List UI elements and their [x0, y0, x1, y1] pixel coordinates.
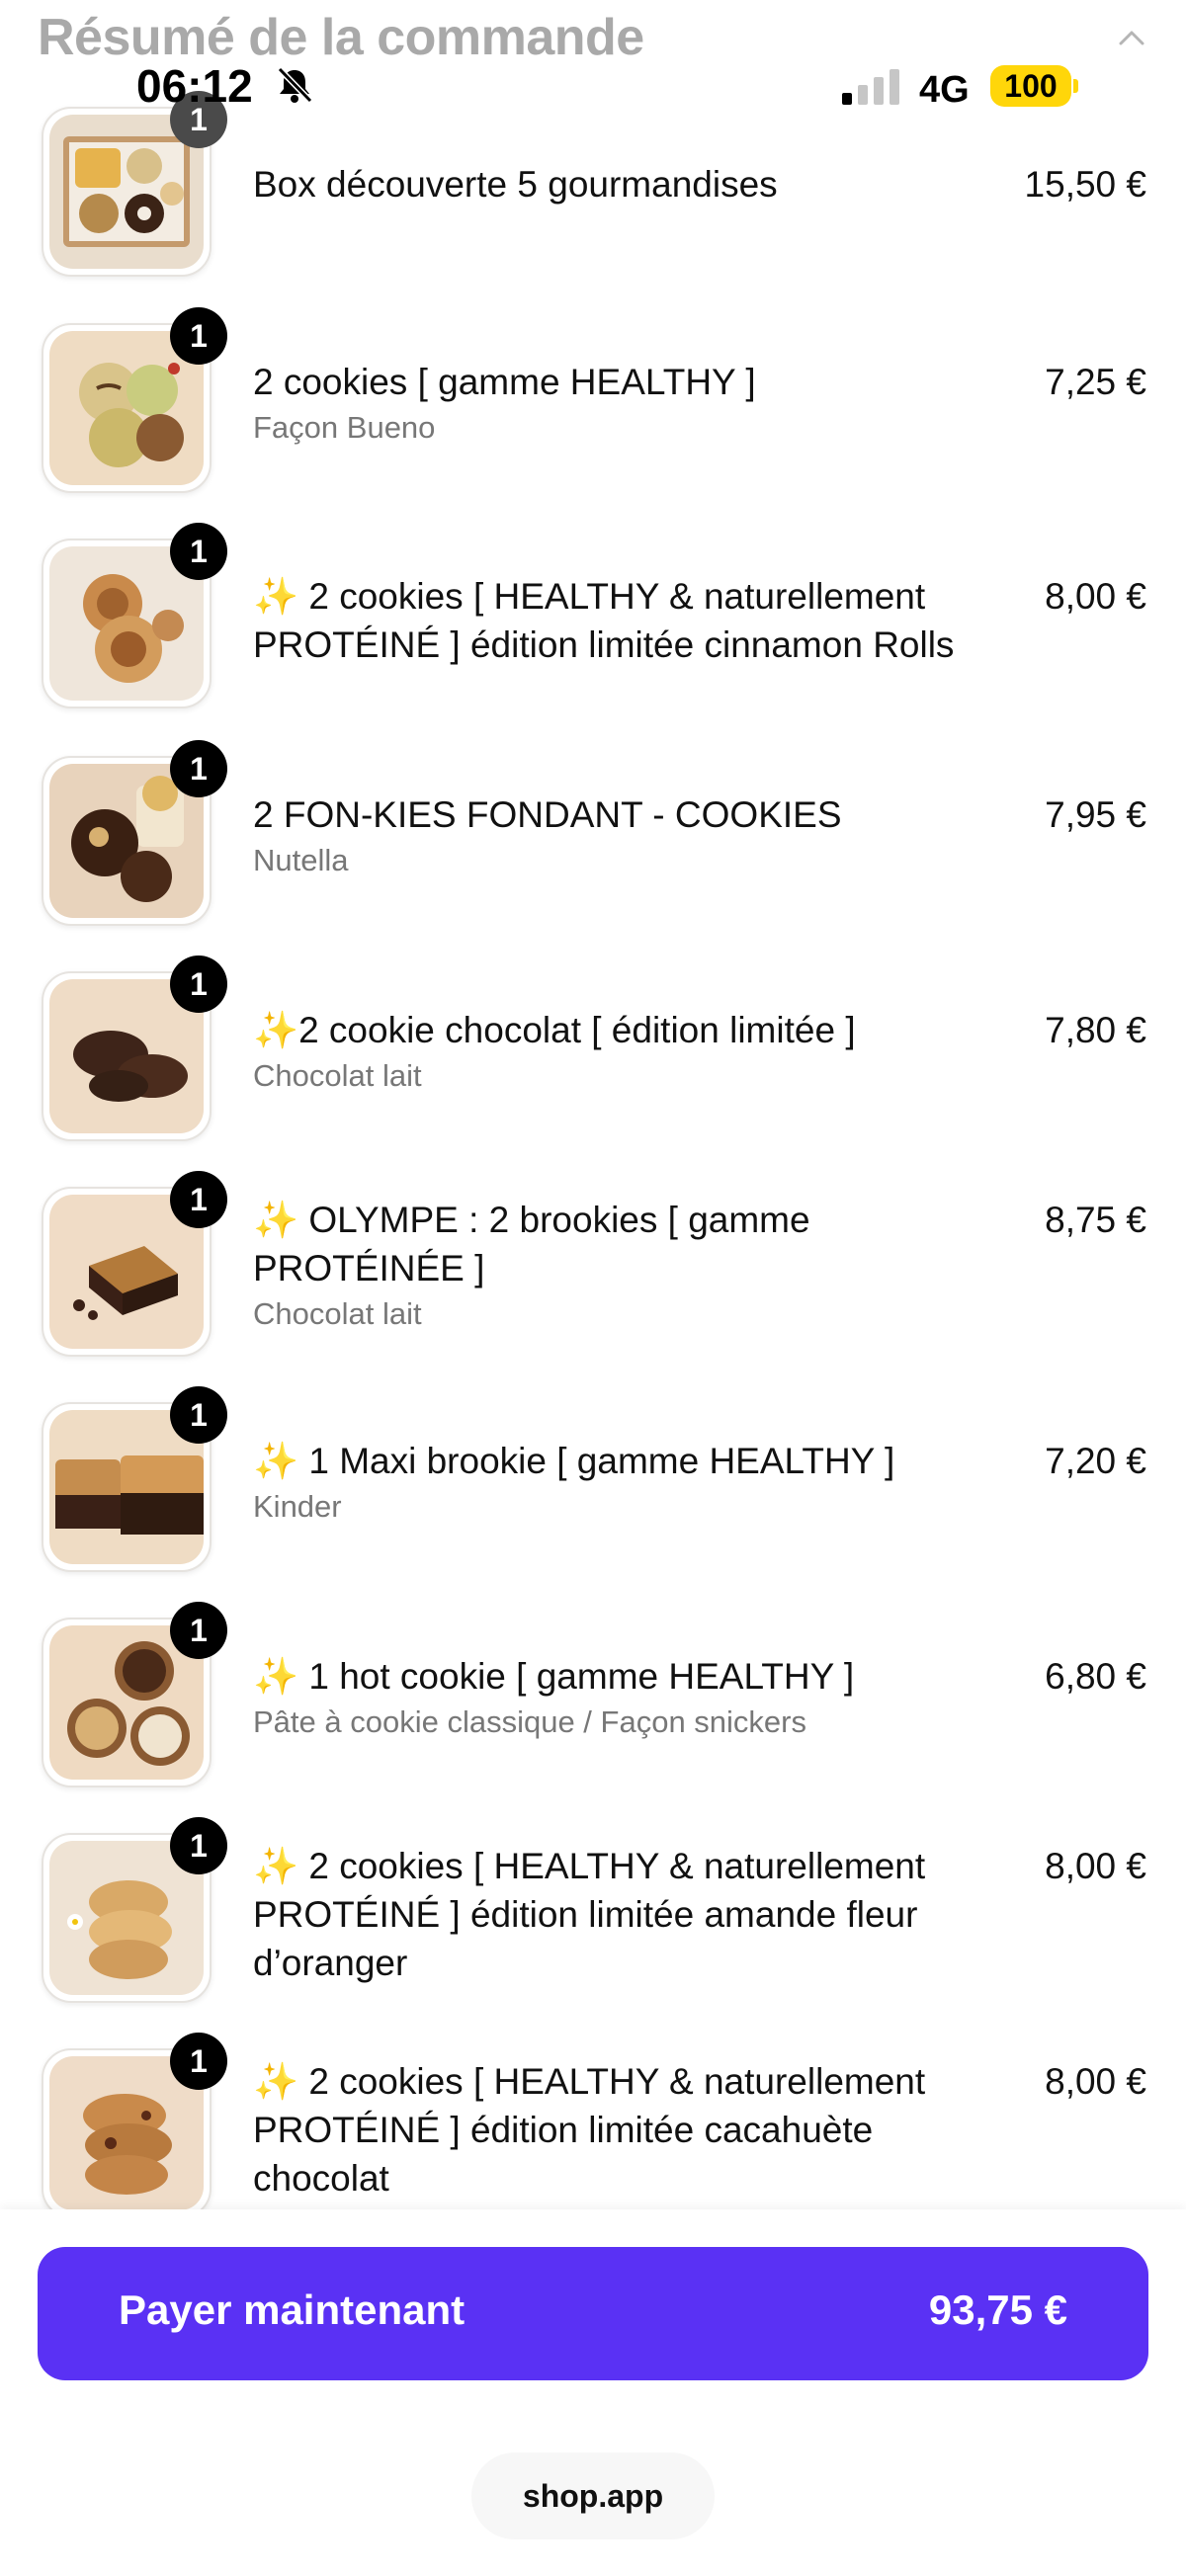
quantity-badge: 1 [170, 2033, 227, 2090]
item-name: ✨ 1 Maxi brookie [ gamme HEALTHY ] [253, 1441, 895, 1481]
quantity-badge: 1 [170, 1817, 227, 1874]
bell-off-icon [277, 66, 313, 104]
item-price: 7,20 € [1045, 1441, 1146, 1481]
item-name: ✨ 2 cookies [ HEALTHY & naturellement PR… [253, 2061, 926, 2199]
item-name: ✨ 2 cookies [ HEALTHY & naturellement PR… [253, 576, 955, 665]
product-thumbnail: 1 [42, 307, 227, 493]
quantity-badge: 1 [170, 956, 227, 1013]
signal-icon [842, 69, 899, 105]
item-name: ✨2 cookie chocolat [ édition limitée ] [253, 1010, 856, 1050]
product-thumbnail: 1 [42, 740, 227, 926]
item-price: 15,50 € [1024, 164, 1146, 205]
item-price: 6,80 € [1045, 1656, 1146, 1697]
item-name: ✨ 1 hot cookie [ gamme HEALTHY ] [253, 1656, 855, 1697]
battery-cap [1073, 79, 1078, 93]
item-variant: Façon Bueno [253, 410, 436, 445]
chevron-up-icon[interactable] [1117, 28, 1146, 47]
status-bar: 06:12 4G 100 [0, 57, 1186, 117]
battery-level: 100 [1004, 68, 1058, 104]
item-price: 8,75 € [1045, 1200, 1146, 1240]
network-label: 4G [919, 69, 970, 111]
item-variant: Nutella [253, 843, 349, 877]
item-variant: Kinder [253, 1489, 342, 1524]
product-thumbnail: 1 [42, 1817, 227, 2003]
battery-icon: 100 [990, 65, 1071, 107]
product-thumbnail: 1 [42, 91, 227, 277]
item-variant: Pâte à cookie classique / Façon snickers [253, 1704, 806, 1739]
item-price: 8,00 € [1045, 2061, 1146, 2102]
item-name: 2 cookies [ gamme HEALTHY ] [253, 362, 756, 402]
quantity-badge: 1 [170, 740, 227, 797]
pay-now-label: Payer maintenant [119, 2286, 466, 2333]
checkout-sheet: Payer maintenant 93,75 € shop.app [0, 2209, 1186, 2576]
item-name: Box découverte 5 gourmandises [253, 164, 778, 205]
item-name: 2 FON-KIES FONDANT - COOKIES [253, 794, 842, 835]
product-thumbnail: 1 [42, 1602, 227, 1787]
item-price: 7,95 € [1045, 794, 1146, 835]
item-price: 7,80 € [1045, 1010, 1146, 1050]
shop-app-link[interactable]: shop.app [471, 2452, 715, 2539]
item-price: 7,25 € [1045, 362, 1146, 402]
item-price: 8,00 € [1045, 1846, 1146, 1886]
product-thumbnail: 1 [42, 1386, 227, 1572]
product-thumbnail: 1 [42, 956, 227, 1141]
item-variant: Chocolat lait [253, 1058, 422, 1093]
product-thumbnail: 1 [42, 1171, 227, 1357]
pay-now-button[interactable]: Payer maintenant 93,75 € [38, 2247, 1148, 2380]
item-name: ✨ 2 cookies [ HEALTHY & naturellement PR… [253, 1846, 926, 1983]
status-time: 06:12 [136, 60, 253, 112]
product-thumbnail: 1 [42, 2033, 227, 2218]
product-thumbnail: 1 [42, 523, 227, 708]
item-name: ✨ OLYMPE : 2 brookies [ gamme PROTÉINÉE … [253, 1200, 810, 1288]
total-amount: 93,75 € [928, 2286, 1067, 2333]
quantity-badge: 1 [170, 523, 227, 580]
quantity-badge: 1 [170, 307, 227, 365]
item-variant: Chocolat lait [253, 1296, 422, 1331]
quantity-badge: 1 [170, 1386, 227, 1444]
item-price: 8,00 € [1045, 576, 1146, 617]
quantity-badge: 1 [170, 1171, 227, 1228]
quantity-badge: 1 [170, 1602, 227, 1659]
